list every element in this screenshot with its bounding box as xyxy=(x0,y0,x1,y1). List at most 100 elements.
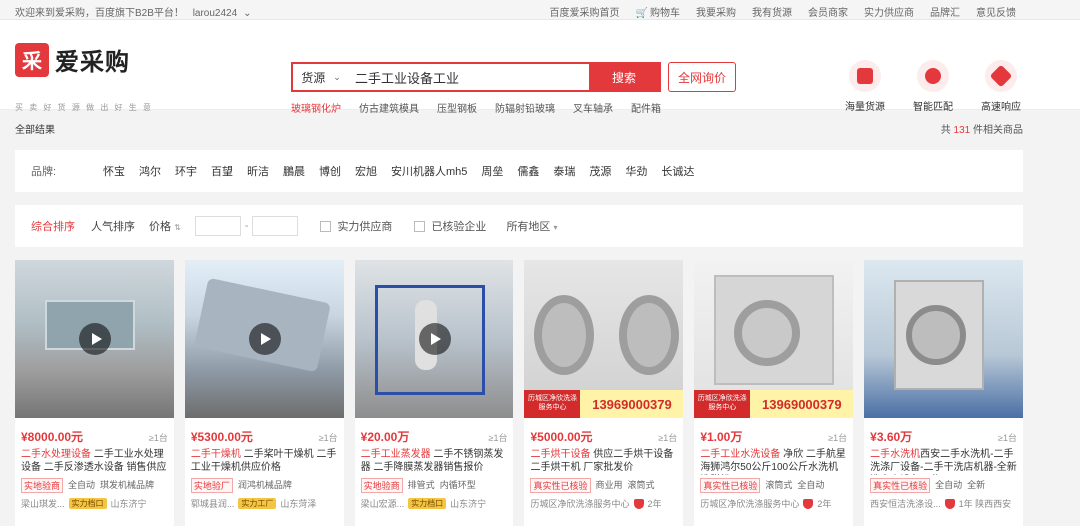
brand-item[interactable]: 宏旭 xyxy=(355,163,377,179)
sort-default[interactable]: 综合排序 xyxy=(31,218,75,234)
logo[interactable]: 采 爱采购 xyxy=(15,42,130,77)
logo-mark: 采 xyxy=(15,42,49,77)
product-moq: ≥1台 xyxy=(658,433,678,443)
seller-name[interactable]: 梁山琪发... xyxy=(21,497,65,510)
brand-item[interactable]: 周垒 xyxy=(481,163,503,179)
chevron-down-icon[interactable]: ⌄ xyxy=(243,8,251,19)
product-seller: 梁山琪发... 实力档口 山东济宁 xyxy=(15,493,174,510)
strong-supplier-checkbox[interactable]: 实力供应商 xyxy=(320,218,392,234)
product-card[interactable]: 历城区净欣洗涤服务中心 13969000379 ¥5000.00元 ≥1台 二手烘… xyxy=(524,260,684,526)
product-image[interactable] xyxy=(15,260,174,418)
product-tags: 真实性已核验 滚筒式 全自动 xyxy=(694,475,853,493)
price-max-input[interactable] xyxy=(252,216,299,236)
product-image[interactable]: 历城区净欣洗涤服务中心 13969000379 xyxy=(524,260,684,418)
brand-item[interactable]: 泰瑞 xyxy=(553,163,575,179)
product-price: ¥8000.00元 xyxy=(21,430,84,444)
result-count: 共 131 件相关商品 xyxy=(940,125,1023,136)
cart-link[interactable]: 🛒 购物车 xyxy=(636,4,680,19)
hotword-link[interactable]: 配件箱 xyxy=(631,100,661,115)
supplier-link[interactable]: 实力供应商 xyxy=(864,4,914,19)
product-card[interactable]: 历城区净欣洗涤服务中心 13969000379 ¥1.00万 ≥1台 二手工业水洗… xyxy=(694,260,854,526)
product-title[interactable]: 二手干燥机 二手桨叶干燥机 二手工业干燥机供应价格 xyxy=(185,445,344,475)
product-image[interactable] xyxy=(184,260,344,418)
match-icon xyxy=(917,60,949,92)
hotword-link[interactable]: 叉车轴承 xyxy=(573,100,613,115)
brand-item[interactable]: 昕洁 xyxy=(247,163,269,179)
price-min-input[interactable] xyxy=(194,216,241,236)
brand-item[interactable]: 鵬晨 xyxy=(283,163,305,179)
search-input[interactable] xyxy=(349,64,589,90)
brand-item[interactable]: 鸿尔 xyxy=(139,163,161,179)
product-card[interactable]: ¥5300.00元 ≥1台 二手干燥机 二手桨叶干燥机 二手工业干燥机供应价格 实… xyxy=(184,260,344,526)
seller-city: 山东济宁 xyxy=(450,499,487,509)
product-grid: ¥8000.00元 ≥1台 二手水处理设备 二手工业水处理设备 二手反渗透水设备 … xyxy=(15,260,1023,526)
play-icon[interactable] xyxy=(418,323,451,355)
product-moq: ≥1台 xyxy=(488,433,508,443)
seller-name[interactable]: 西安恒洁洗涤设... xyxy=(870,497,941,510)
response-icon xyxy=(985,60,1017,92)
hotword-link[interactable]: 玻璃钢化炉 xyxy=(291,100,341,115)
seller-name[interactable]: 历城区净欣洗涤服务中心 xyxy=(530,497,629,510)
product-title[interactable]: 二手水洗机西安二手水洗机-二手洗涤厂设备-二手干洗店机器-全新洗衣房设备工业..… xyxy=(864,445,1023,475)
feature-fast-response[interactable]: 高速响应 xyxy=(980,60,1022,113)
seller-badge: 实力工厂 xyxy=(238,498,277,509)
product-card[interactable]: ¥3.60万 ≥1台 二手水洗机西安二手水洗机-二手洗涤厂设备-二手干洗店机器-全… xyxy=(864,260,1023,526)
product-tags: 实地验商 全自动 琪发机械品牌 xyxy=(15,475,174,493)
product-image[interactable] xyxy=(354,260,514,418)
feature-smart-match[interactable]: 智能匹配 xyxy=(912,60,954,113)
logo-text: 爱采购 xyxy=(55,49,130,76)
product-tags: 真实性已核验 商业用 滚筒式 xyxy=(524,475,683,493)
seller-badge: 实力档口 xyxy=(68,498,107,509)
shield-icon xyxy=(803,498,814,509)
feature-massive-supply[interactable]: 海量货源 xyxy=(844,60,886,113)
product-seller: 郓城县润... 实力工厂 山东菏泽 xyxy=(185,493,344,510)
brand-item[interactable]: 茂源 xyxy=(589,163,611,179)
checkbox-icon xyxy=(320,220,332,232)
search-button[interactable]: 搜索 xyxy=(589,64,659,90)
brand-item[interactable]: 怀宝 xyxy=(103,163,125,179)
seller-name[interactable]: 郓城县润... xyxy=(191,497,235,510)
brand-link[interactable]: 品牌汇 xyxy=(930,4,960,19)
hotword-link[interactable]: 仿古建筑模具 xyxy=(359,100,419,115)
purchase-menu[interactable]: 我要采购 xyxy=(696,4,736,19)
brand-item[interactable]: 百望 xyxy=(211,163,233,179)
all-results-label: 全部结果 xyxy=(15,125,55,136)
brand-item[interactable]: 儒鑫 xyxy=(517,163,539,179)
product-card[interactable]: ¥20.00万 ≥1台 二手工业蒸发器 二手不锈钢蒸发器 二手降膜蒸发器销售报价 … xyxy=(354,260,514,526)
phone-banner: 历城区净欣洗涤服务中心 13969000379 xyxy=(524,390,684,418)
product-card[interactable]: ¥8000.00元 ≥1台 二手水处理设备 二手工业水处理设备 二手反渗透水设备 … xyxy=(15,260,174,526)
sort-price[interactable]: 价格 ⇅ xyxy=(149,218,181,234)
home-link[interactable]: 百度爱采购首页 xyxy=(550,4,620,19)
product-tags: 真实性已核验 全自动 全新 xyxy=(864,475,1023,493)
feedback-link[interactable]: 意见反馈 xyxy=(976,4,1016,19)
brand-item[interactable]: 长诚达 xyxy=(661,163,694,179)
brand-item[interactable]: 安川机器人mh5 xyxy=(391,163,467,179)
product-title[interactable]: 二手工业蒸发器 二手不锈钢蒸发器 二手降膜蒸发器销售报价 xyxy=(355,445,514,475)
brand-item[interactable]: 华劲 xyxy=(625,163,647,179)
product-image[interactable] xyxy=(864,260,1023,418)
hotword-link[interactable]: 防辐射铅玻璃 xyxy=(495,100,555,115)
inquiry-button[interactable]: 全网询价 xyxy=(668,62,736,92)
seller-name[interactable]: 梁山宏源... xyxy=(361,497,405,510)
chevron-down-icon: ▾ xyxy=(553,223,558,232)
header: 采 爱采购 买 卖 好 货 源 做 出 好 生 意 货源⌄ 搜索 全网询价 玻璃… xyxy=(0,20,1080,115)
brand-item[interactable]: 环宇 xyxy=(175,163,197,179)
hotword-link[interactable]: 压型钢板 xyxy=(437,100,477,115)
phone-number: 13969000379 xyxy=(750,390,854,418)
region-select[interactable]: 所有地区 ▾ xyxy=(506,218,557,234)
username-link[interactable]: larou2424 xyxy=(193,8,237,19)
verified-checkbox[interactable]: 已核验企业 xyxy=(414,218,486,234)
supply-menu[interactable]: 我有货源 xyxy=(752,4,792,19)
product-image[interactable]: 历城区净欣洗涤服务中心 13969000379 xyxy=(694,260,854,418)
seller-name[interactable]: 历城区净欣洗涤服务中心 xyxy=(700,497,799,510)
member-link[interactable]: 会员商家 xyxy=(808,4,848,19)
product-title[interactable]: 二手水处理设备 二手工业水处理设备 二手反渗透水设备 销售供应 xyxy=(15,445,174,475)
search-type-select[interactable]: 货源 ⌄ xyxy=(293,64,349,90)
result-bar: 全部结果 共 131 件相关商品 xyxy=(15,121,1023,136)
sort-popular[interactable]: 人气排序 xyxy=(91,218,135,234)
product-title[interactable]: 二手烘干设备 供应二手烘干设备 二手烘干机 厂家批发价 xyxy=(524,445,683,475)
brand-item[interactable]: 博创 xyxy=(319,163,341,179)
product-title[interactable]: 二手工业水洗设备 净欣 二手航星海狮鸿尔50公斤100公斤水洗机洗脱机 xyxy=(694,445,853,475)
play-icon[interactable] xyxy=(248,323,281,355)
play-icon[interactable] xyxy=(79,323,111,355)
